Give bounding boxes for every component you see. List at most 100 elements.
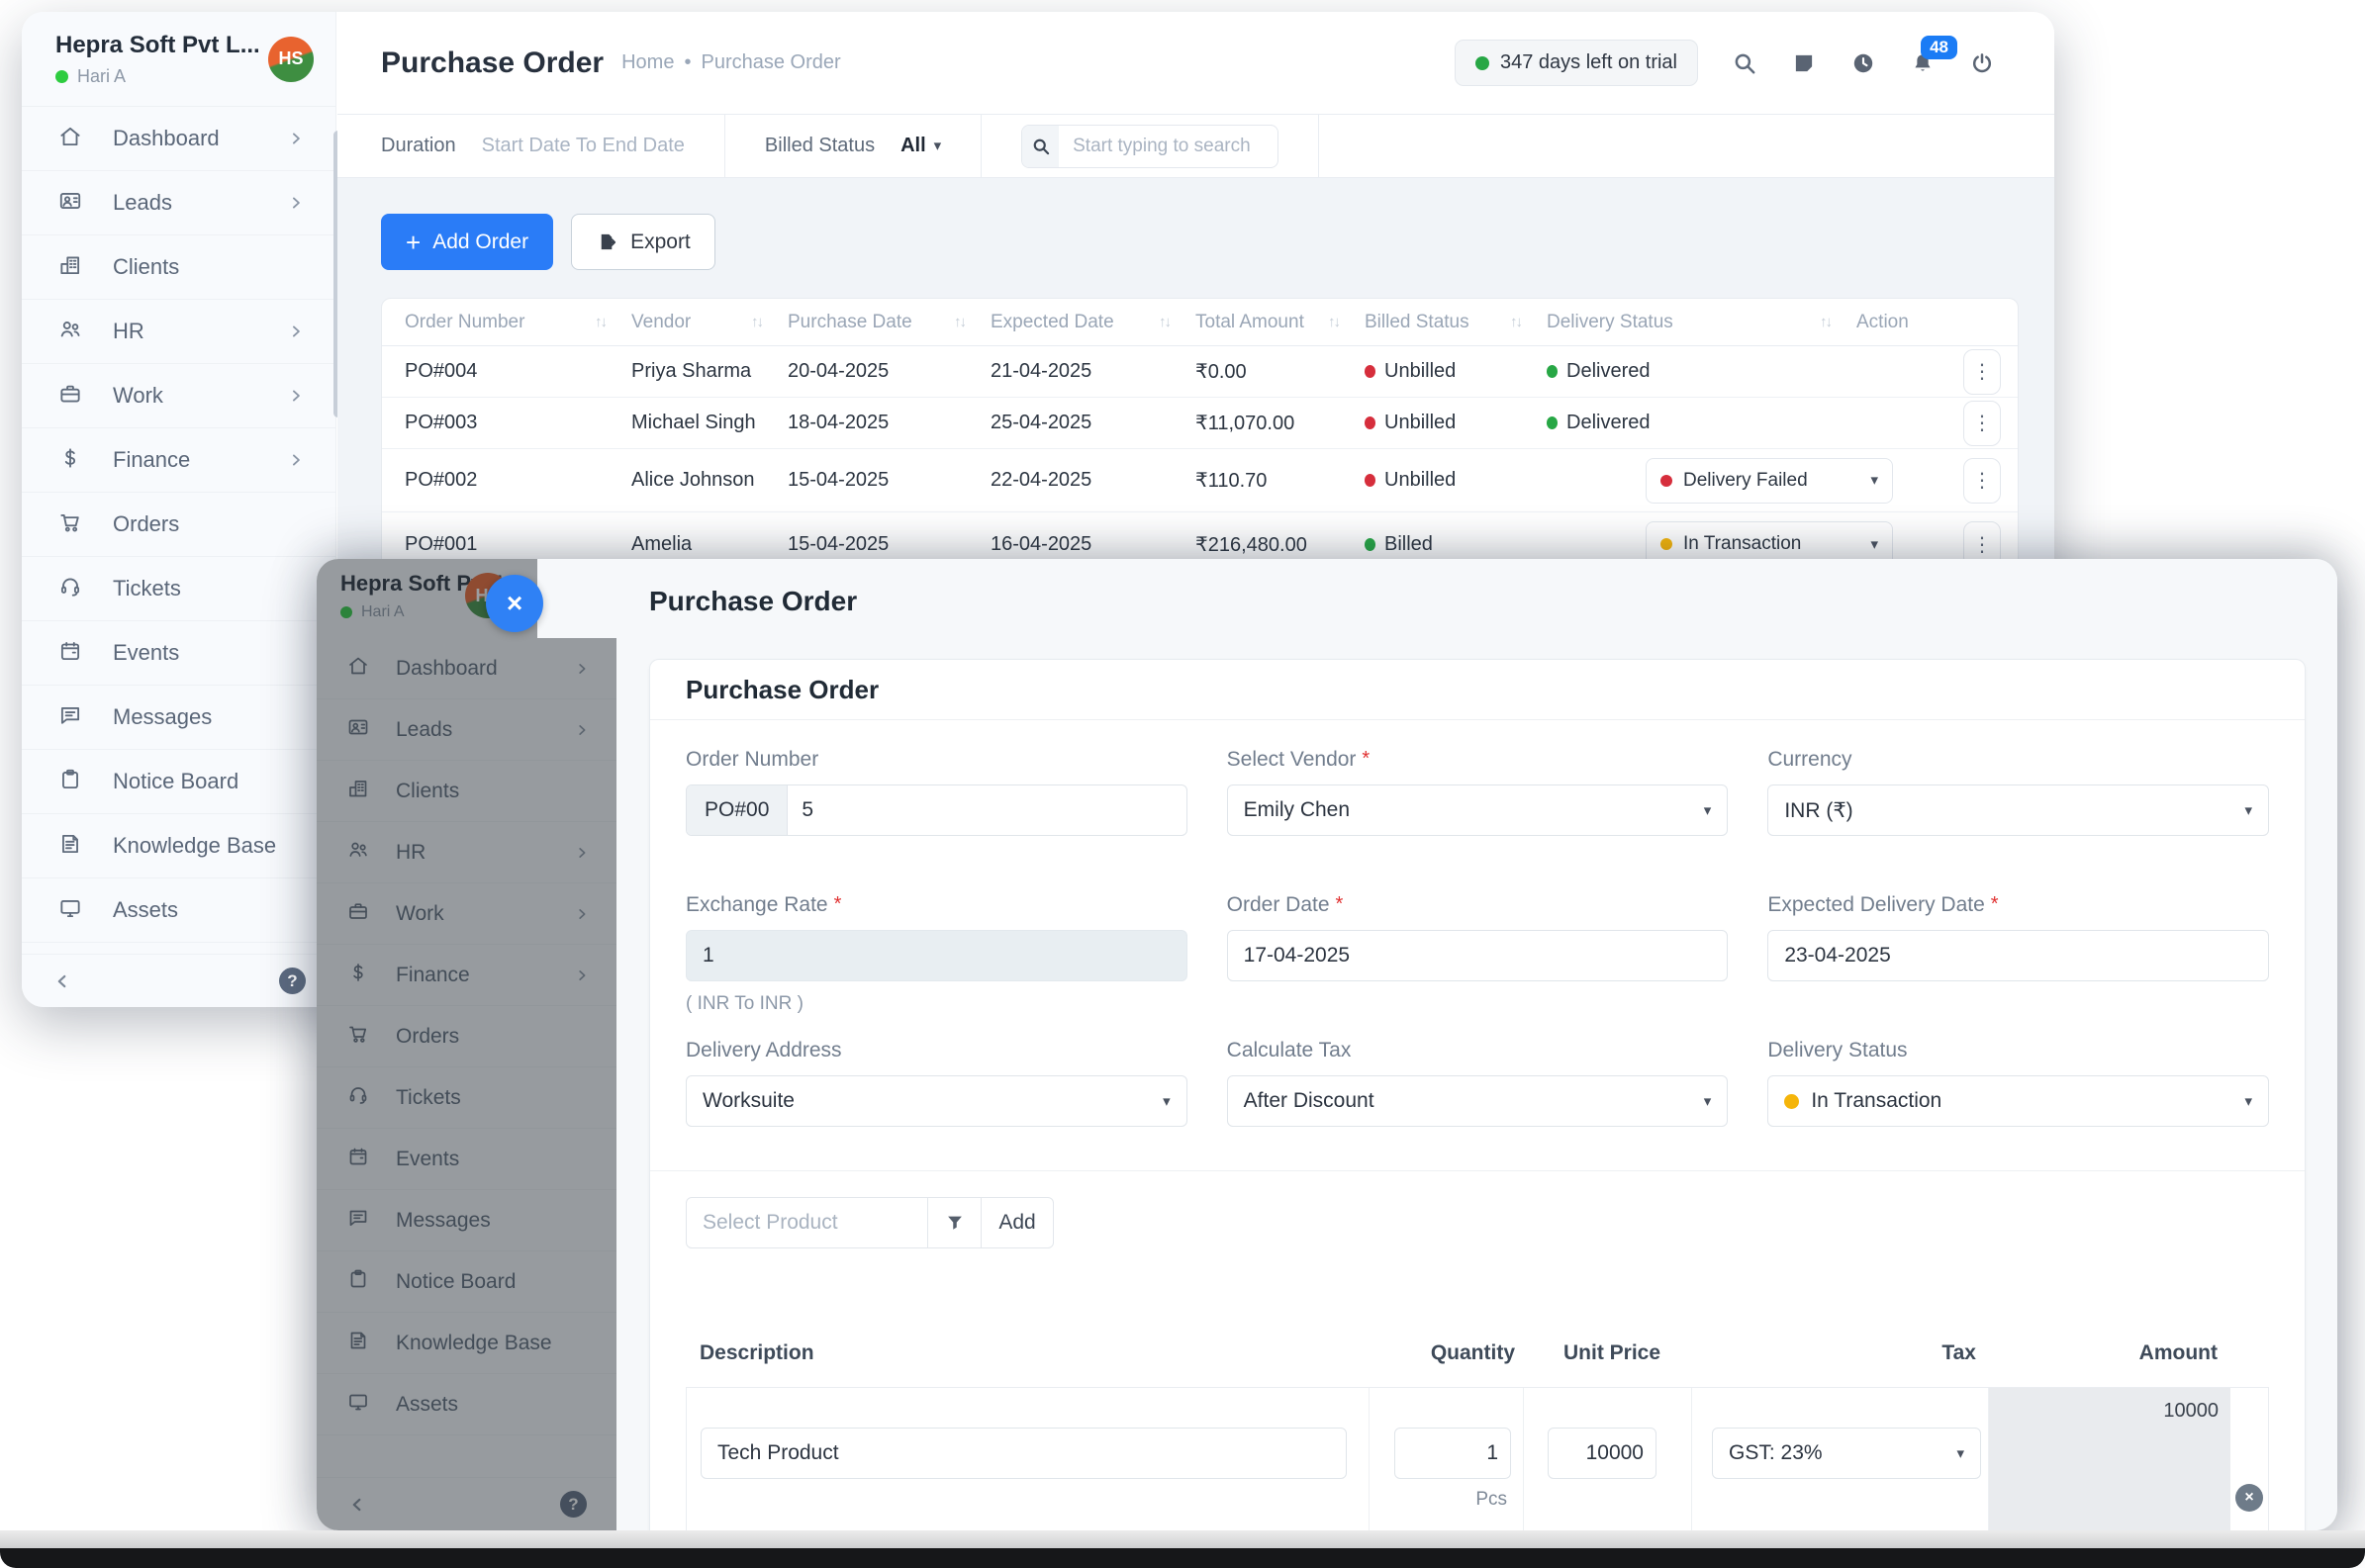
- add-product-button[interactable]: Add: [982, 1197, 1054, 1248]
- column-header[interactable]: Vendor ↑↓: [631, 312, 788, 333]
- breadcrumb-home[interactable]: Home: [621, 51, 674, 74]
- item-description-cell: [687, 1388, 1370, 1530]
- sidebar-item-label: Dashboard: [113, 126, 220, 150]
- sort-icon[interactable]: ↑↓: [1328, 314, 1341, 330]
- filter-funnel-icon[interactable]: [928, 1197, 982, 1248]
- column-header[interactable]: Order Number ↑↓: [405, 312, 631, 333]
- duration-range-input[interactable]: Start Date To End Date: [482, 135, 685, 157]
- sort-icon[interactable]: ↑↓: [1510, 314, 1523, 330]
- sidebar-item[interactable]: Finance: [22, 428, 335, 493]
- notes-icon[interactable]: [1790, 49, 1817, 76]
- items-table-header: Description Quantity Unit Price Tax Amou…: [686, 1341, 2269, 1365]
- sidebar-item-label: Messages: [113, 704, 213, 729]
- trial-badge[interactable]: 347 days left on trial: [1455, 40, 1698, 86]
- sort-icon[interactable]: ↑↓: [751, 314, 764, 330]
- sidebar-item[interactable]: Knowledge Base: [22, 814, 335, 878]
- sidebar-item-label: HR: [113, 319, 144, 343]
- item-unit-price-input[interactable]: [1548, 1428, 1656, 1479]
- table-row[interactable]: PO#004 Priya Sharma 20-04-2025 21-04-202…: [382, 346, 2018, 398]
- sidebar-item-icon: [57, 895, 83, 926]
- item-description-input[interactable]: [701, 1428, 1347, 1479]
- select-product-input[interactable]: [686, 1197, 928, 1248]
- delivery-status-dot: [1547, 416, 1558, 429]
- column-header[interactable]: Total Amount ↑↓: [1195, 312, 1365, 333]
- sort-icon[interactable]: ↑↓: [1820, 314, 1833, 330]
- sort-icon[interactable]: ↑↓: [595, 314, 608, 330]
- sidebar-item[interactable]: Orders: [22, 493, 335, 557]
- sidebar-item[interactable]: Notice Board: [22, 750, 335, 814]
- column-header[interactable]: Expected Date ↑↓: [991, 312, 1195, 333]
- orders-table-header: Order Number ↑↓ Vendor ↑↓ Purchase Date: [382, 299, 2018, 346]
- breadcrumb: Home • Purchase Order: [621, 51, 841, 74]
- sidebar-menu: Dashboard Leads Clients HR Work Finance …: [22, 107, 335, 943]
- chevron-right-icon: [286, 129, 306, 148]
- search-icon[interactable]: [1731, 49, 1757, 76]
- sidebar-item[interactable]: Leads: [22, 171, 335, 235]
- total-amount-cell: ₹11,070.00: [1195, 413, 1295, 434]
- item-quantity-input[interactable]: [1394, 1428, 1511, 1479]
- sidebar-item[interactable]: Messages: [22, 686, 335, 750]
- sidebar-item[interactable]: Events: [22, 621, 335, 686]
- logout-power-icon[interactable]: [1968, 49, 1995, 76]
- unit-price-column-header: Unit Price: [1563, 1341, 1661, 1364]
- sidebar-item-icon: [57, 252, 83, 283]
- expected-delivery-date-field[interactable]: 23-04-2025: [1767, 930, 2269, 981]
- add-order-button[interactable]: + Add Order: [381, 214, 554, 270]
- billed-status-filter-select[interactable]: All ▾: [900, 135, 941, 157]
- column-header[interactable]: Purchase Date ↑↓: [788, 312, 991, 333]
- item-tax-select[interactable]: GST: 23% ▾: [1712, 1428, 1981, 1479]
- avatar[interactable]: HS: [268, 36, 314, 82]
- help-icon[interactable]: ?: [279, 968, 306, 994]
- column-header[interactable]: Delivery Status ↑↓: [1547, 312, 1856, 333]
- drawer-title: Purchase Order: [649, 586, 858, 616]
- billed-status-dot: [1365, 537, 1375, 551]
- table-row[interactable]: PO#002 Alice Johnson 15-04-2025 22-04-20…: [382, 449, 2018, 512]
- delivery-address-label: Delivery Address: [686, 1039, 842, 1061]
- calculate-tax-select[interactable]: After Discount ▾: [1226, 1075, 1729, 1127]
- sidebar-item[interactable]: Tickets: [22, 557, 335, 621]
- row-actions-button[interactable]: ⋮: [1963, 348, 2001, 395]
- order-number-cell: PO#004: [405, 360, 478, 382]
- screen-bezel: [0, 1548, 2365, 1568]
- currency-select[interactable]: INR (₹) ▾: [1767, 784, 2269, 836]
- notifications-bell-icon[interactable]: 48: [1909, 36, 1957, 76]
- sidebar-item[interactable]: Clients: [22, 235, 335, 300]
- sort-icon[interactable]: ↑↓: [954, 314, 967, 330]
- item-row: Pcs GST: 23% ▾ 10000: [686, 1387, 2269, 1530]
- sidebar-header[interactable]: Hepra Soft Pvt L... Hari A HS: [22, 12, 335, 107]
- vendor-select[interactable]: Emily Chen ▾: [1226, 784, 1729, 836]
- filter-bar: Duration Start Date To End Date Billed S…: [337, 115, 2054, 178]
- row-actions-button[interactable]: ⋮: [1963, 400, 2001, 446]
- close-drawer-button[interactable]: ×: [486, 575, 543, 632]
- vendor-cell: Michael Singh: [631, 412, 756, 433]
- delivery-status-select[interactable]: In Transaction ▾: [1767, 1075, 2269, 1127]
- breadcrumb-current: Purchase Order: [701, 51, 841, 73]
- search-input[interactable]: [1059, 135, 1278, 157]
- delivery-status-select[interactable]: Delivery Failed ▾: [1646, 457, 1893, 504]
- export-button[interactable]: Export: [571, 214, 715, 270]
- table-row[interactable]: PO#003 Michael Singh 18-04-2025 25-04-20…: [382, 398, 2018, 449]
- sidebar-item[interactable]: Work: [22, 364, 335, 428]
- breadcrumb-separator: •: [684, 51, 692, 73]
- billed-status-dot: [1365, 365, 1375, 378]
- remove-item-icon[interactable]: ×: [2235, 1484, 2263, 1512]
- screen-bottom-edge: [0, 1530, 2365, 1548]
- currency-label: Currency: [1767, 748, 1852, 771]
- billed-status-cell: Unbilled: [1365, 469, 1547, 492]
- column-header[interactable]: Action ↑↓: [1856, 312, 2018, 333]
- sidebar-item[interactable]: HR: [22, 300, 335, 364]
- delivery-address-select[interactable]: Worksuite ▾: [686, 1075, 1187, 1127]
- caret-down-icon: ▾: [1870, 535, 1878, 553]
- sidebar-item-label: Notice Board: [113, 769, 239, 793]
- column-header[interactable]: Billed Status ↑↓: [1365, 312, 1547, 333]
- sort-icon[interactable]: ↑↓: [1159, 314, 1172, 330]
- time-log-icon[interactable]: [1849, 49, 1876, 76]
- sidebar-item-label: Assets: [113, 897, 179, 922]
- collapse-sidebar-icon[interactable]: [51, 970, 73, 992]
- order-date-field[interactable]: 17-04-2025: [1226, 930, 1729, 981]
- sidebar-item[interactable]: Dashboard: [22, 107, 335, 171]
- row-actions-button[interactable]: ⋮: [1963, 457, 2001, 504]
- order-number-input[interactable]: [788, 798, 1186, 822]
- user-name: Hari A: [77, 65, 127, 86]
- sidebar-item[interactable]: Assets: [22, 878, 335, 943]
